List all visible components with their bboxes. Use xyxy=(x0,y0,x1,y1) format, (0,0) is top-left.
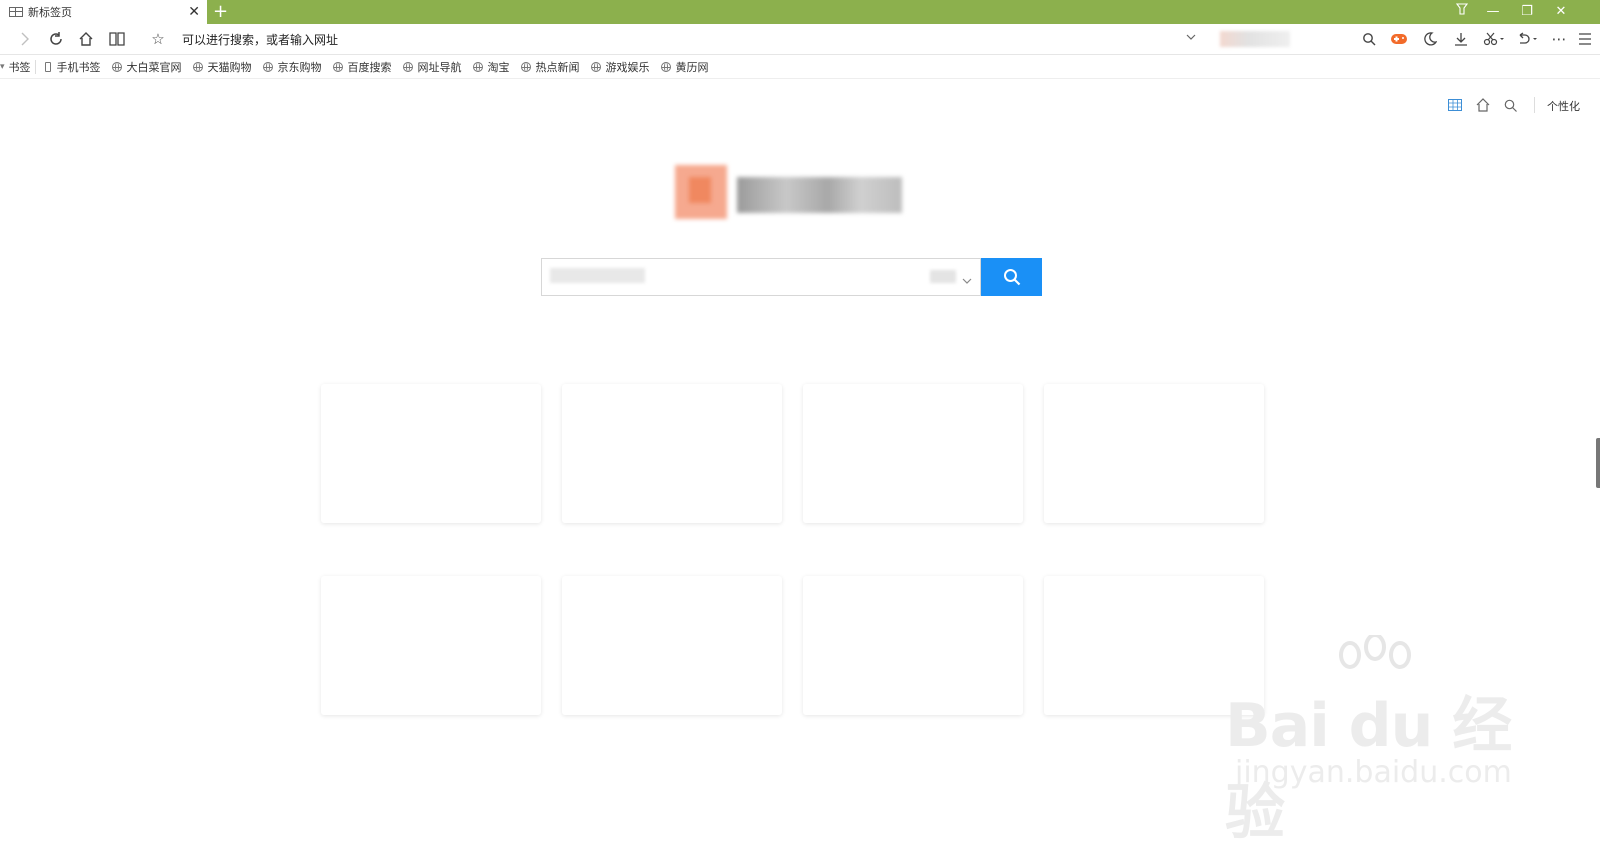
page-search-icon[interactable] xyxy=(1504,96,1517,114)
speed-dial-tile[interactable] xyxy=(562,576,782,715)
skin-icon[interactable] xyxy=(1451,0,1473,24)
bookmark-item[interactable]: 淘宝 xyxy=(472,59,510,75)
menu-icon[interactable] xyxy=(1574,28,1596,50)
forward-icon[interactable] xyxy=(14,28,36,50)
watermark-url: jingyan.baidu.com xyxy=(1235,755,1512,790)
globe-icon xyxy=(472,61,483,72)
bookmark-item[interactable]: 游戏娱乐 xyxy=(590,59,650,75)
toolbar-divider xyxy=(1534,97,1535,113)
speed-dial-tile[interactable] xyxy=(803,384,1023,523)
speed-dial-tile[interactable] xyxy=(1044,384,1264,523)
gamepad-icon[interactable] xyxy=(1388,28,1410,50)
blurred-engine-icon xyxy=(930,270,956,283)
blurred-account-area xyxy=(1220,31,1290,47)
phone-icon xyxy=(44,61,51,72)
bookmark-label: 黄历网 xyxy=(675,60,709,74)
page-home-icon[interactable] xyxy=(1476,96,1490,114)
home-icon[interactable] xyxy=(75,28,97,50)
bookmark-label: 京东购物 xyxy=(277,60,322,74)
bookmark-label: 大白菜官网 xyxy=(126,60,182,74)
screenshot-scissors-icon[interactable] xyxy=(1480,28,1510,50)
navigation-bar: ☆ 可以进行搜索，或者输入网址 ⋯ xyxy=(0,24,1600,55)
title-bar: 新标签页 ✕ + — ❐ ✕ xyxy=(0,0,1600,24)
tab-title: 新标签页 xyxy=(28,6,72,19)
search-button-icon xyxy=(1003,269,1020,286)
globe-icon xyxy=(520,61,531,72)
reading-mode-icon[interactable] xyxy=(106,28,128,50)
address-dropdown-chevron-icon[interactable] xyxy=(1186,32,1196,43)
scrollbar-handle[interactable] xyxy=(1596,438,1600,488)
address-bar-input[interactable]: 可以进行搜索，或者输入网址 xyxy=(182,31,338,48)
bookmark-label: 百度搜索 xyxy=(347,60,392,74)
bookmark-label: 手机书签 xyxy=(56,60,101,74)
baidu-jingyan-watermark: Bai du 经验 jingyan.baidu.com xyxy=(1225,635,1565,848)
bookmarks-arrow-icon: ▾ xyxy=(0,61,5,72)
speed-dial-tile[interactable] xyxy=(321,384,541,523)
globe-icon xyxy=(262,61,273,72)
restore-button[interactable]: ❐ xyxy=(1516,0,1538,24)
tab-page-icon xyxy=(9,7,23,17)
download-icon[interactable] xyxy=(1450,28,1472,50)
speed-dial-tile[interactable] xyxy=(562,384,782,523)
globe-icon xyxy=(660,61,671,72)
bookmark-label: 淘宝 xyxy=(487,60,510,74)
speed-dial-tile[interactable] xyxy=(803,576,1023,715)
search-icon[interactable] xyxy=(1358,28,1380,50)
globe-icon xyxy=(590,61,601,72)
reload-icon[interactable] xyxy=(45,28,67,50)
globe-icon xyxy=(402,61,413,72)
tiles-view-icon[interactable] xyxy=(1448,96,1462,114)
bookmark-label: 游戏娱乐 xyxy=(605,60,650,74)
globe-icon xyxy=(332,61,343,72)
bookmarks-label[interactable]: 书签 xyxy=(9,59,31,75)
undo-close-tab-icon[interactable] xyxy=(1513,28,1543,50)
globe-icon xyxy=(111,61,122,72)
bookmark-item[interactable]: 热点新闻 xyxy=(520,59,580,75)
bookmark-item[interactable]: 黄历网 xyxy=(660,59,709,75)
more-icon[interactable]: ⋯ xyxy=(1548,28,1570,50)
minimize-button[interactable]: — xyxy=(1482,0,1504,24)
new-tab-button[interactable]: + xyxy=(213,0,228,24)
search-input[interactable] xyxy=(541,258,981,296)
bookmark-item[interactable]: 天猫购物 xyxy=(192,59,252,75)
bookmark-star-icon[interactable]: ☆ xyxy=(147,28,169,50)
bookmarks-bar: ▾ 书签 手机书签 大白菜官网 天猫购物 京东购物 百度搜索 网址导航 淘宝 热… xyxy=(0,55,1600,79)
tab-new-tab[interactable]: 新标签页 ✕ xyxy=(0,0,207,24)
search-engine-logo xyxy=(675,163,905,223)
bookmark-item[interactable]: 京东购物 xyxy=(262,59,322,75)
bookmark-label: 热点新闻 xyxy=(535,60,580,74)
close-window-button[interactable]: ✕ xyxy=(1550,0,1572,24)
globe-icon xyxy=(192,61,203,72)
night-mode-icon[interactable] xyxy=(1419,28,1441,50)
engine-dropdown-chevron-icon[interactable] xyxy=(962,273,972,287)
bookmark-item[interactable]: 网址导航 xyxy=(402,59,462,75)
search-button[interactable] xyxy=(981,258,1042,296)
bookmark-label: 天猫购物 xyxy=(207,60,252,74)
blurred-search-placeholder xyxy=(550,268,645,283)
bookmark-mobile[interactable]: 手机书签 xyxy=(44,59,101,75)
bookmark-item[interactable]: 大白菜官网 xyxy=(111,59,182,75)
tab-close-icon[interactable]: ✕ xyxy=(188,3,200,21)
bookmark-label: 网址导航 xyxy=(417,60,462,74)
bookmarks-divider xyxy=(34,59,36,74)
speed-dial-tile[interactable] xyxy=(321,576,541,715)
personalize-button[interactable]: 个性化 xyxy=(1547,98,1580,114)
bookmark-item[interactable]: 百度搜索 xyxy=(332,59,392,75)
